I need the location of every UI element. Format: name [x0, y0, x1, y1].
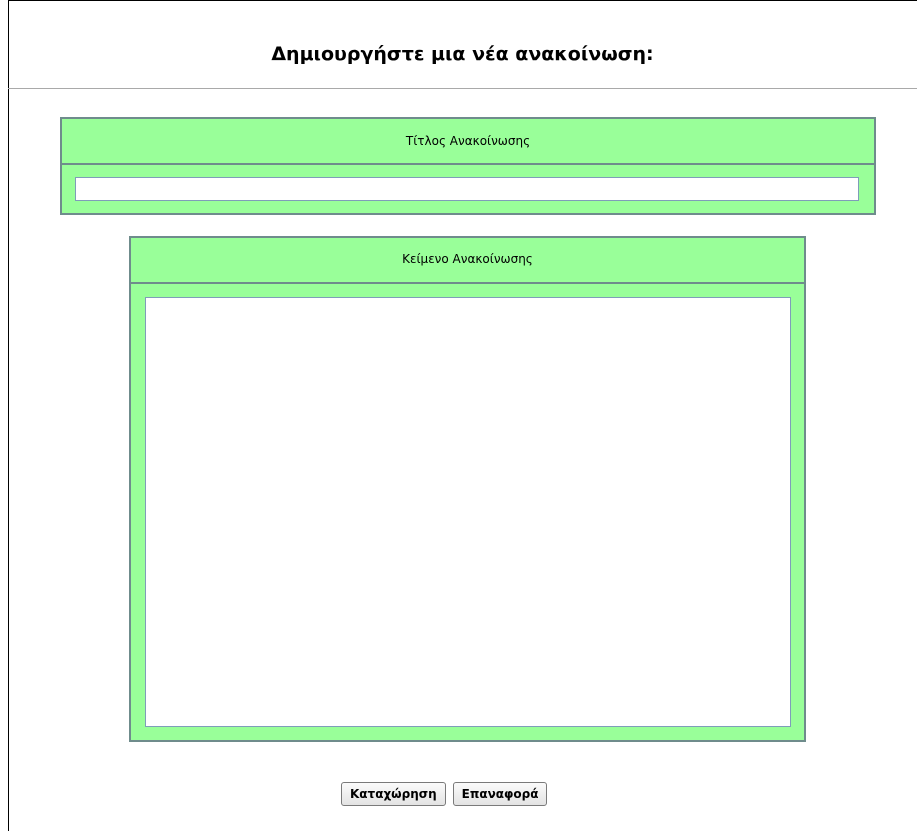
reset-button[interactable]: Επαναφορά: [452, 782, 548, 806]
announcement-title-input[interactable]: [75, 177, 859, 201]
submit-button[interactable]: Καταχώρηση: [341, 782, 446, 806]
announcement-title-label: Τίτλος Ανακοίνωσης: [62, 119, 874, 165]
page-title: Δημιουργήστε μια νέα ανακοίνωση:: [271, 43, 654, 65]
announcement-body-textarea[interactable]: [145, 297, 791, 727]
announcement-title-panel: Τίτλος Ανακοίνωσης: [60, 117, 876, 215]
page-header: Δημιουργήστε μια νέα ανακοίνωση:: [8, 0, 917, 89]
form-actions: Καταχώρηση Επαναφορά: [341, 782, 548, 806]
announcement-body-label: Κείμενο Ανακοίνωσης: [131, 238, 804, 284]
announcement-body-panel: Κείμενο Ανακοίνωσης: [129, 236, 806, 742]
